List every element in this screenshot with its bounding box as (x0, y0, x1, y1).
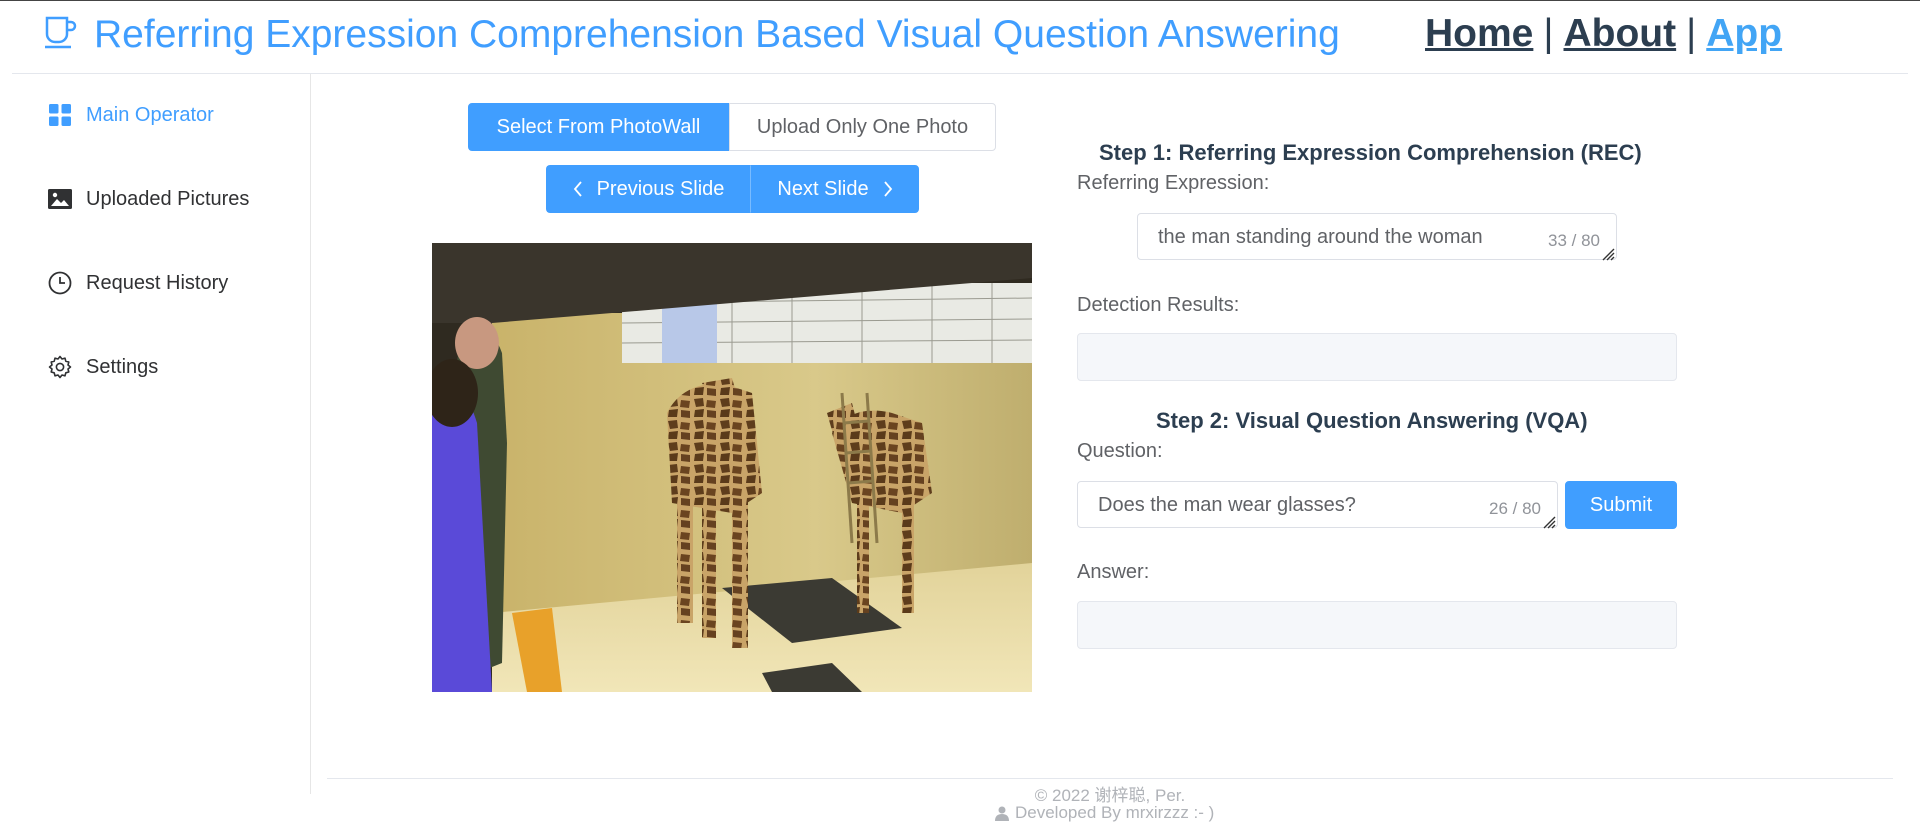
copyright-text: © 2022 谢梓聪, Per. (1034, 786, 1186, 805)
sidebar: Main Operator Uploaded Pictures Request … (0, 74, 311, 794)
referring-expression-input[interactable]: the man standing around the woman 33 / 8… (1137, 213, 1617, 261)
developer-text: Developed By mrxirzzz :- ) (1015, 803, 1215, 822)
sidebar-item-settings[interactable]: Settings (0, 339, 310, 395)
slide-navigation: Previous Slide Next Slide (546, 165, 919, 213)
sidebar-item-label: Uploaded Pictures (86, 187, 250, 210)
next-slide-label: Next Slide (777, 177, 869, 200)
gear-icon (47, 354, 73, 380)
question-input[interactable]: Does the man wear glasses? 26 / 80 (1077, 481, 1558, 529)
answer-label: Answer: (1077, 561, 1150, 583)
slide-photo (432, 243, 1032, 692)
sidebar-item-uploaded-pictures[interactable]: Uploaded Pictures (0, 171, 310, 227)
nav-about-link[interactable]: About (1564, 12, 1677, 55)
referring-expression-label: Referring Expression: (1077, 172, 1270, 194)
developer-credit: Developed By mrxirzzz :- ) (995, 803, 1214, 823)
detection-results-field (1077, 333, 1677, 381)
previous-slide-label: Previous Slide (596, 177, 725, 200)
referring-expression-value: the man standing around the woman (1158, 226, 1483, 248)
clock-icon (47, 270, 73, 296)
char-count: 26 / 80 (1489, 499, 1541, 519)
question-value: Does the man wear glasses? (1098, 494, 1356, 516)
user-icon (995, 806, 1009, 821)
detection-results-label: Detection Results: (1077, 294, 1240, 316)
question-label: Question: (1077, 440, 1163, 462)
app-title: Referring Expression Comprehension Based… (94, 13, 1340, 56)
nav-app-link[interactable]: App (1706, 12, 1782, 55)
sidebar-item-request-history[interactable]: Request History (0, 255, 310, 311)
answer-field (1077, 601, 1677, 649)
picture-icon (47, 186, 73, 212)
submit-button[interactable]: Submit (1565, 481, 1677, 529)
grid-icon (47, 102, 73, 128)
step1-title: Step 1: Referring Expression Comprehensi… (1099, 140, 1642, 165)
upload-one-photo-button[interactable]: Upload Only One Photo (729, 103, 996, 151)
sidebar-item-label: Main Operator (86, 103, 214, 126)
select-from-photowall-button[interactable]: Select From PhotoWall (468, 103, 729, 151)
next-slide-button[interactable]: Next Slide (751, 165, 919, 213)
photo-source-toggle: Select From PhotoWall Upload Only One Ph… (468, 103, 996, 151)
nav-separator: | (1543, 12, 1554, 55)
sidebar-item-label: Request History (86, 271, 229, 294)
coffee-cup-icon (42, 14, 78, 50)
nav-separator: | (1686, 12, 1697, 55)
previous-slide-button[interactable]: Previous Slide (546, 165, 751, 213)
top-nav: Home | About | App (1425, 11, 1782, 57)
char-count: 33 / 80 (1548, 231, 1600, 251)
resize-handle-icon[interactable] (1601, 244, 1615, 261)
chevron-left-icon (573, 181, 583, 197)
chevron-right-icon (883, 181, 893, 197)
sidebar-item-label: Settings (86, 355, 159, 378)
nav-home-link[interactable]: Home (1425, 12, 1533, 55)
footer-divider (327, 778, 1893, 779)
resize-handle-icon[interactable] (1542, 512, 1556, 529)
sidebar-item-main-operator[interactable]: Main Operator (0, 87, 310, 143)
step2-title: Step 2: Visual Question Answering (VQA) (1156, 408, 1588, 433)
